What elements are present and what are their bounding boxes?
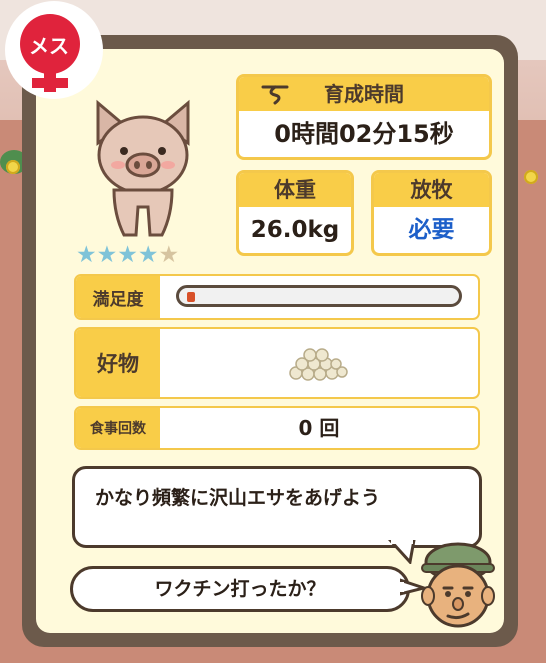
rearing-time-header: 育成時間 (239, 77, 489, 111)
satisfaction-row: 満足度 (74, 274, 480, 320)
hourglass-icon (261, 85, 289, 105)
satisfaction-label: 満足度 (76, 276, 160, 318)
rearing-time-box: 育成時間 0時間02分15秒 (236, 74, 492, 160)
favorite-food-row: 好物 (74, 327, 480, 399)
pig-rating-stars: ★★★★★ (76, 242, 179, 268)
rating-star-empty: ★ (158, 242, 180, 268)
rearing-time-label: 育成時間 (324, 82, 404, 106)
weight-box: 体重 26.0kg (236, 170, 354, 256)
rating-star-filled: ★★★★ (76, 242, 159, 268)
advice-speech-bubble: かなり頻繁に沢山エサをあげよう (72, 466, 482, 548)
weight-label: 体重 (239, 173, 351, 207)
grazing-box[interactable]: 放牧 必要 (371, 170, 492, 256)
meal-count-label: 食事回数 (76, 408, 160, 448)
satisfaction-bar-fill (187, 292, 195, 302)
farmer-message-text: ワクチン打ったか？ (154, 578, 326, 600)
favorite-food-label: 好物 (76, 329, 160, 397)
speech-bubble-tail (388, 540, 416, 564)
background-flower (524, 170, 538, 184)
grazing-label: 放牧 (374, 173, 489, 207)
farmer-face-icon (421, 542, 495, 628)
rearing-time-value: 0時間02分15秒 (274, 120, 454, 148)
weight-value: 26.0kg (250, 217, 340, 243)
background-flower (6, 160, 20, 174)
meal-count-row: 食事回数 0 回 (74, 406, 480, 450)
gender-label: メス (29, 34, 69, 58)
advice-text: かなり頻繁に沢山エサをあげよう (95, 487, 381, 509)
pig-icon (96, 99, 190, 237)
grazing-value: 必要 (408, 217, 455, 243)
satisfaction-bar (176, 285, 462, 307)
gender-badge: メス (8, 4, 100, 96)
farmer-speech-bubble: ワクチン打ったか？ (70, 566, 410, 612)
meal-count-value: 0 回 (298, 416, 340, 440)
beans-pile-icon (289, 348, 348, 381)
